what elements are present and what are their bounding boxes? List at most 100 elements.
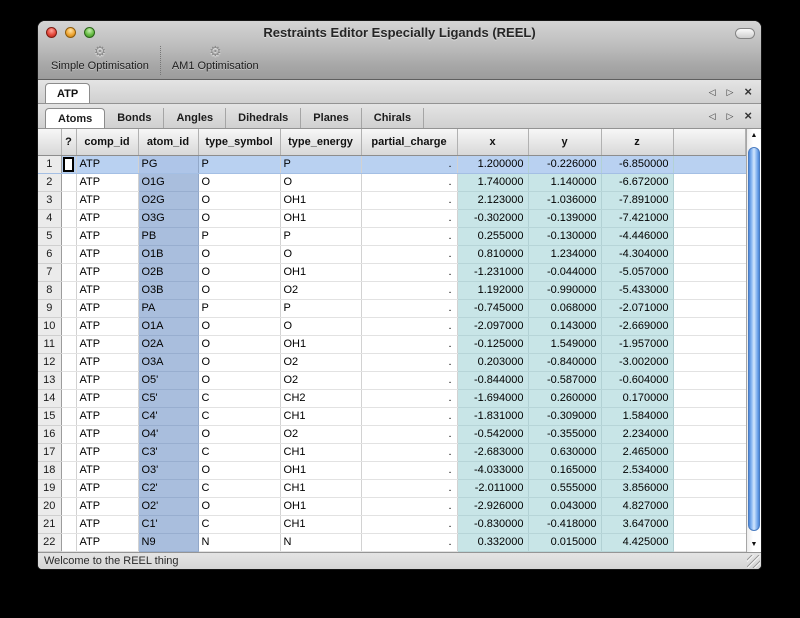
cell-type_energy[interactable]: CH1 xyxy=(280,515,361,533)
cell-type_energy[interactable]: O2 xyxy=(280,281,361,299)
cell-partial_charge[interactable]: . xyxy=(361,443,457,461)
cell-q[interactable] xyxy=(61,497,76,515)
cell-z[interactable]: 3.856000 xyxy=(601,479,673,497)
cell-q[interactable] xyxy=(61,425,76,443)
cell-q[interactable] xyxy=(61,533,76,551)
cell-z[interactable]: -2.669000 xyxy=(601,317,673,335)
cell-z[interactable]: -4.446000 xyxy=(601,227,673,245)
cell-x[interactable]: -1.694000 xyxy=(457,389,528,407)
cell-comp_id[interactable]: ATP xyxy=(76,263,138,281)
cell-type_energy[interactable]: OH1 xyxy=(280,191,361,209)
cell-comp_id[interactable]: ATP xyxy=(76,155,138,173)
cell-partial_charge[interactable]: . xyxy=(361,425,457,443)
row-number[interactable]: 15 xyxy=(38,407,61,425)
cell-x[interactable]: -0.844000 xyxy=(457,371,528,389)
cell-atom_id[interactable]: O2' xyxy=(138,497,198,515)
cell-type_energy[interactable]: CH2 xyxy=(280,389,361,407)
cell-partial_charge[interactable]: . xyxy=(361,371,457,389)
column-header-partial_charge[interactable]: partial_charge xyxy=(361,129,457,155)
cell-y[interactable]: -0.840000 xyxy=(528,353,601,371)
table-row[interactable]: 17ATPC3'CCH1.-2.6830000.6300002.465000 xyxy=(38,443,746,461)
cell-partial_charge[interactable]: . xyxy=(361,407,457,425)
cell-partial_charge[interactable]: . xyxy=(361,209,457,227)
tab-close-icon[interactable]: × xyxy=(744,86,752,98)
cell-q[interactable] xyxy=(61,263,76,281)
cell-partial_charge[interactable]: . xyxy=(361,281,457,299)
table-row[interactable]: 11ATPO2AOOH1.-0.1250001.549000-1.957000 xyxy=(38,335,746,353)
table-row[interactable]: 1ATPPGPP.1.200000-0.226000-6.850000 xyxy=(38,155,746,173)
cell-type_energy[interactable]: O xyxy=(280,245,361,263)
titlebar[interactable]: Restraints Editor Especially Ligands (RE… xyxy=(38,21,761,44)
zoom-button[interactable] xyxy=(84,27,95,38)
cell-atom_id[interactable]: O1G xyxy=(138,173,198,191)
cell-q[interactable] xyxy=(61,281,76,299)
cell-comp_id[interactable]: ATP xyxy=(76,425,138,443)
table-row[interactable]: 9ATPPAPP.-0.7450000.068000-2.071000 xyxy=(38,299,746,317)
cell-z[interactable]: -6.672000 xyxy=(601,173,673,191)
cell-z[interactable]: -4.304000 xyxy=(601,245,673,263)
cell-x[interactable]: 0.203000 xyxy=(457,353,528,371)
cell-atom_id[interactable]: O1B xyxy=(138,245,198,263)
cell-comp_id[interactable]: ATP xyxy=(76,407,138,425)
cell-comp_id[interactable]: ATP xyxy=(76,227,138,245)
cell-atom_id[interactable]: PG xyxy=(138,155,198,173)
cell-atom_id[interactable]: O3A xyxy=(138,353,198,371)
cell-partial_charge[interactable]: . xyxy=(361,461,457,479)
column-header-type_symbol[interactable]: type_symbol xyxy=(198,129,280,155)
cell-z[interactable]: 0.170000 xyxy=(601,389,673,407)
cell-type_symbol[interactable]: C xyxy=(198,389,280,407)
cell-type_symbol[interactable]: O xyxy=(198,191,280,209)
cell-type_symbol[interactable]: C xyxy=(198,515,280,533)
table-row[interactable]: 6ATPO1BOO.0.8100001.234000-4.304000 xyxy=(38,245,746,263)
cell-type_energy[interactable]: OH1 xyxy=(280,209,361,227)
cell-y[interactable]: 1.140000 xyxy=(528,173,601,191)
cell-type_energy[interactable]: CH1 xyxy=(280,443,361,461)
cell-z[interactable]: -3.002000 xyxy=(601,353,673,371)
cell-y[interactable]: -0.418000 xyxy=(528,515,601,533)
cell-partial_charge[interactable]: . xyxy=(361,533,457,551)
cell-type_energy[interactable]: CH1 xyxy=(280,479,361,497)
cell-type_energy[interactable]: O2 xyxy=(280,425,361,443)
column-header-atom_id[interactable]: atom_id xyxy=(138,129,198,155)
cell-atom_id[interactable]: O4' xyxy=(138,425,198,443)
tab-planes[interactable]: Planes xyxy=(301,108,361,128)
row-number[interactable]: 12 xyxy=(38,353,61,371)
cell-partial_charge[interactable]: . xyxy=(361,515,457,533)
scrollbar-thumb[interactable] xyxy=(748,147,760,531)
cell-partial_charge[interactable]: . xyxy=(361,173,457,191)
table-row[interactable]: 3ATPO2GOOH1.2.123000-1.036000-7.891000 xyxy=(38,191,746,209)
cell-atom_id[interactable]: PB xyxy=(138,227,198,245)
tab-atp[interactable]: ATP xyxy=(45,83,90,103)
cell-type_energy[interactable]: CH1 xyxy=(280,407,361,425)
cell-atom_id[interactable]: O2A xyxy=(138,335,198,353)
row-number[interactable]: 13 xyxy=(38,371,61,389)
table-row[interactable]: 14ATPC5'CCH2.-1.6940000.2600000.170000 xyxy=(38,389,746,407)
cell-partial_charge[interactable]: . xyxy=(361,317,457,335)
cell-type_symbol[interactable]: P xyxy=(198,155,280,173)
row-number[interactable]: 8 xyxy=(38,281,61,299)
cell-comp_id[interactable]: ATP xyxy=(76,173,138,191)
cell-y[interactable]: 0.630000 xyxy=(528,443,601,461)
cell-x[interactable]: -1.231000 xyxy=(457,263,528,281)
cell-type_symbol[interactable]: O xyxy=(198,461,280,479)
cell-type_symbol[interactable]: O xyxy=(198,245,280,263)
column-header-q[interactable]: ? xyxy=(61,129,76,155)
cell-type_energy[interactable]: P xyxy=(280,227,361,245)
cell-type_symbol[interactable]: C xyxy=(198,479,280,497)
cell-type_symbol[interactable]: C xyxy=(198,443,280,461)
minimize-button[interactable] xyxy=(65,27,76,38)
cell-comp_id[interactable]: ATP xyxy=(76,191,138,209)
cell-z[interactable]: 4.827000 xyxy=(601,497,673,515)
cell-type_energy[interactable]: P xyxy=(280,155,361,173)
close-button[interactable] xyxy=(46,27,57,38)
cell-atom_id[interactable]: C3' xyxy=(138,443,198,461)
row-number[interactable]: 18 xyxy=(38,461,61,479)
cell-type_symbol[interactable]: P xyxy=(198,227,280,245)
cell-partial_charge[interactable]: . xyxy=(361,245,457,263)
cell-y[interactable]: 0.143000 xyxy=(528,317,601,335)
cell-type_energy[interactable]: O2 xyxy=(280,371,361,389)
cell-type_energy[interactable]: OH1 xyxy=(280,461,361,479)
tab-scroll-left-icon[interactable]: ◁ xyxy=(709,111,716,121)
cell-type_symbol[interactable]: P xyxy=(198,299,280,317)
cell-type_symbol[interactable]: O xyxy=(198,371,280,389)
